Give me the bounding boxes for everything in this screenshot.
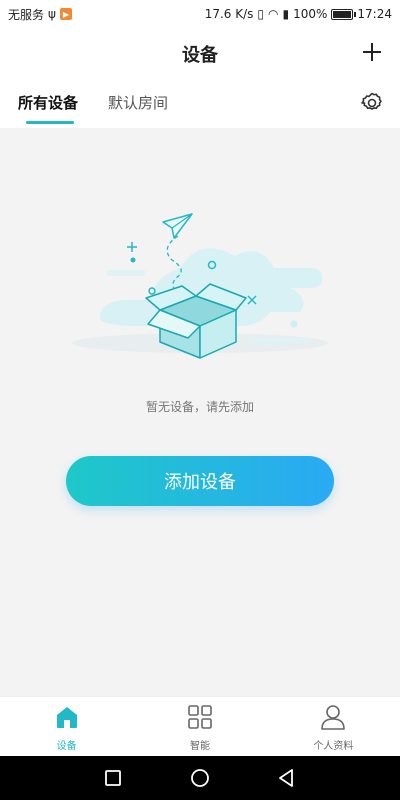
- room-tabs: 所有设备 默认房间: [0, 80, 400, 128]
- back-icon[interactable]: [275, 766, 299, 790]
- usb-icon: ψ: [48, 7, 56, 21]
- nav-item-profile[interactable]: 个人资料: [267, 697, 400, 756]
- nav-label-devices: 设备: [56, 741, 77, 752]
- status-bar: 无服务 ψ ▶ 17.6 K/s ▯ ◠ ▮ 100% 17:24: [0, 0, 400, 28]
- active-tab-indicator: [26, 121, 74, 124]
- nav-item-smart[interactable]: 智能: [133, 697, 266, 756]
- status-right: 17.6 K/s ▯ ◠ ▮ 100% 17:24: [205, 7, 392, 21]
- bottom-nav: 设备 智能 个人资料: [0, 696, 400, 756]
- network-speed: 17.6 K/s: [204, 7, 254, 21]
- plus-icon[interactable]: [360, 40, 384, 64]
- nav-label-profile: 个人资料: [313, 741, 354, 752]
- battery-icon: [331, 8, 357, 20]
- add-device-button[interactable]: 添加设备: [66, 456, 334, 506]
- app-header: 设备: [0, 28, 400, 80]
- tab-default-room[interactable]: 默认房间: [108, 92, 168, 113]
- empty-state-message: 暂无设备，请先添加: [145, 400, 254, 414]
- nav-label-smart: 智能: [189, 741, 210, 752]
- person-icon: [321, 705, 346, 730]
- recents-icon[interactable]: [101, 766, 125, 790]
- home-button-icon[interactable]: [188, 766, 212, 790]
- battery-percent: 100%: [293, 7, 328, 21]
- system-nav-bar: [0, 756, 400, 800]
- wifi-icon: ◠: [268, 7, 279, 21]
- page-title: 设备: [182, 45, 218, 66]
- status-left: 无服务 ψ ▶: [8, 6, 72, 23]
- sim-icon: ▮: [282, 7, 290, 21]
- vibrate-icon: ▯: [257, 7, 264, 21]
- notification-app-icon: ▶: [59, 8, 72, 20]
- gear-icon[interactable]: [360, 91, 384, 115]
- nav-item-devices[interactable]: 设备: [0, 697, 133, 756]
- tab-all-devices[interactable]: 所有设备: [18, 92, 78, 113]
- carrier-text: 无服务: [8, 7, 45, 22]
- home-icon: [56, 707, 77, 728]
- empty-box-illustration: [72, 213, 328, 359]
- clock: 17:24: [357, 7, 392, 21]
- device-list-area: 暂无设备，请先添加 添加设备: [0, 128, 400, 696]
- grid-icon: [188, 705, 212, 729]
